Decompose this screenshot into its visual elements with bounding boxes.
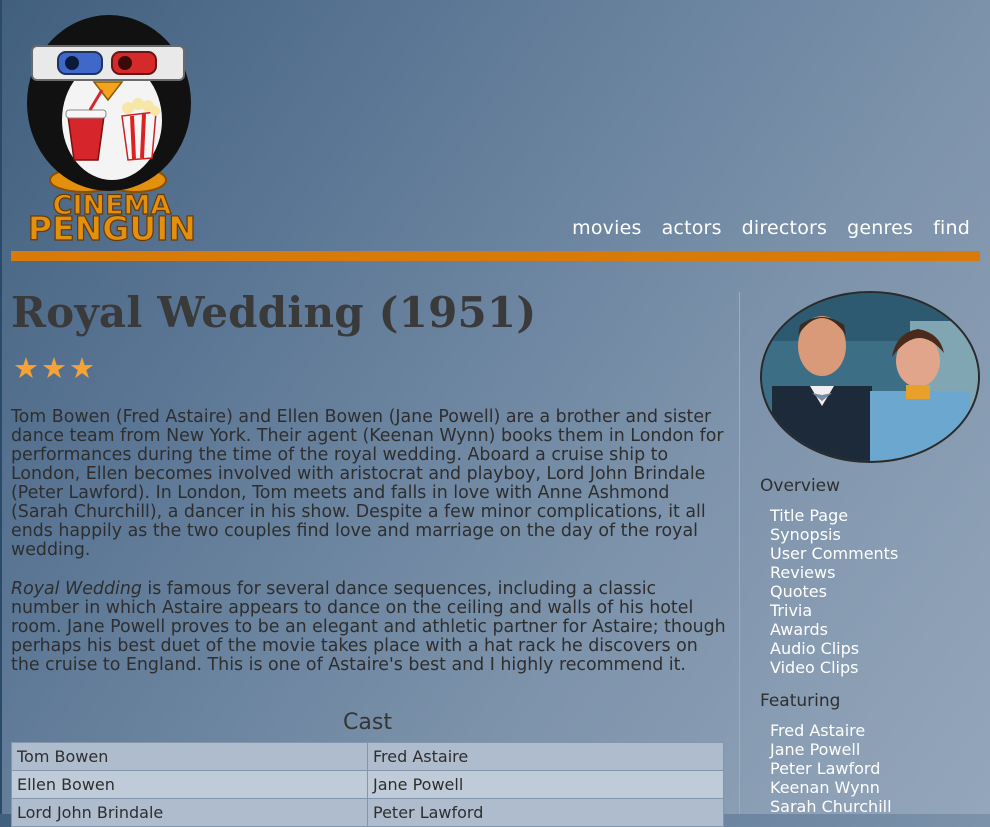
character-cell: Ellen Bowen — [11, 770, 368, 799]
list-item: Quotes — [770, 582, 898, 601]
overview-heading: Overview — [760, 476, 841, 496]
actor-cell: Fred Astaire — [367, 742, 724, 771]
nav-movies-link[interactable]: movies — [572, 217, 641, 239]
user-comments-link[interactable]: User Comments — [770, 544, 898, 563]
title-page-link[interactable]: Title Page — [770, 506, 848, 525]
list-item: Trivia — [770, 601, 898, 620]
cinema-penguin-logo[interactable]: CINEMA PENGUIN — [12, 8, 212, 244]
cast-heading: Cast — [343, 710, 392, 735]
review-paragraph: Royal Wedding is famous for several danc… — [11, 580, 727, 675]
actor-link-peter-lawford[interactable]: Peter Lawford — [770, 759, 880, 778]
character-cell: Lord John Brindale — [11, 798, 368, 827]
quotes-link[interactable]: Quotes — [770, 582, 827, 601]
table-row: Ellen Bowen Jane Powell — [11, 770, 724, 799]
featuring-links: Fred Astaire Jane Powell Peter Lawford K… — [770, 721, 892, 816]
overview-links: Title Page Synopsis User Comments Review… — [770, 506, 898, 677]
table-row: Tom Bowen Fred Astaire — [11, 742, 724, 771]
list-item: Video Clips — [770, 658, 898, 677]
list-item: Keenan Wynn — [770, 778, 892, 797]
list-item: Synopsis — [770, 525, 898, 544]
actor-link-jane-powell[interactable]: Jane Powell — [770, 740, 860, 759]
list-item: Sarah Churchill — [770, 797, 892, 816]
page-left-border — [0, 0, 2, 814]
sidebar-divider — [739, 292, 740, 814]
rating-stars: ★★★ — [13, 351, 97, 385]
character-cell: Tom Bowen — [11, 742, 368, 771]
trivia-link[interactable]: Trivia — [770, 601, 812, 620]
list-item: Peter Lawford — [770, 759, 892, 778]
movie-still-image — [760, 291, 980, 463]
nav-actors-link[interactable]: actors — [662, 217, 722, 239]
list-item: Title Page — [770, 506, 898, 525]
video-clips-link[interactable]: Video Clips — [770, 658, 858, 677]
nav-genres-link[interactable]: genres — [847, 217, 913, 239]
header-divider — [11, 251, 980, 261]
list-item: User Comments — [770, 544, 898, 563]
list-item: Reviews — [770, 563, 898, 582]
table-row: Lord John Brindale Peter Lawford — [11, 798, 724, 827]
movie-title: Royal Wedding (1951) — [11, 288, 537, 337]
top-navigation: movies actors directors genres find — [572, 217, 970, 239]
featuring-heading: Featuring — [760, 691, 841, 711]
awards-link[interactable]: Awards — [770, 620, 828, 639]
actor-link-fred-astaire[interactable]: Fred Astaire — [770, 721, 865, 740]
review-movie-title: Royal Wedding — [11, 579, 142, 599]
list-item: Fred Astaire — [770, 721, 892, 740]
logo-wordmark-penguin: PENGUIN — [28, 209, 196, 244]
list-item: Jane Powell — [770, 740, 892, 759]
synopsis-link[interactable]: Synopsis — [770, 525, 841, 544]
audio-clips-link[interactable]: Audio Clips — [770, 639, 859, 658]
list-item: Audio Clips — [770, 639, 898, 658]
actor-link-keenan-wynn[interactable]: Keenan Wynn — [770, 778, 880, 797]
nav-directors-link[interactable]: directors — [742, 217, 827, 239]
list-item: Awards — [770, 620, 898, 639]
cast-table: Tom Bowen Fred Astaire Ellen Bowen Jane … — [11, 742, 724, 827]
nav-find-link[interactable]: find — [933, 217, 970, 239]
actor-cell: Peter Lawford — [367, 798, 724, 827]
reviews-link[interactable]: Reviews — [770, 563, 835, 582]
synopsis-paragraph: Tom Bowen (Fred Astaire) and Ellen Bowen… — [11, 407, 724, 560]
actor-cell: Jane Powell — [367, 770, 724, 799]
actor-link-sarah-churchill[interactable]: Sarah Churchill — [770, 797, 892, 816]
